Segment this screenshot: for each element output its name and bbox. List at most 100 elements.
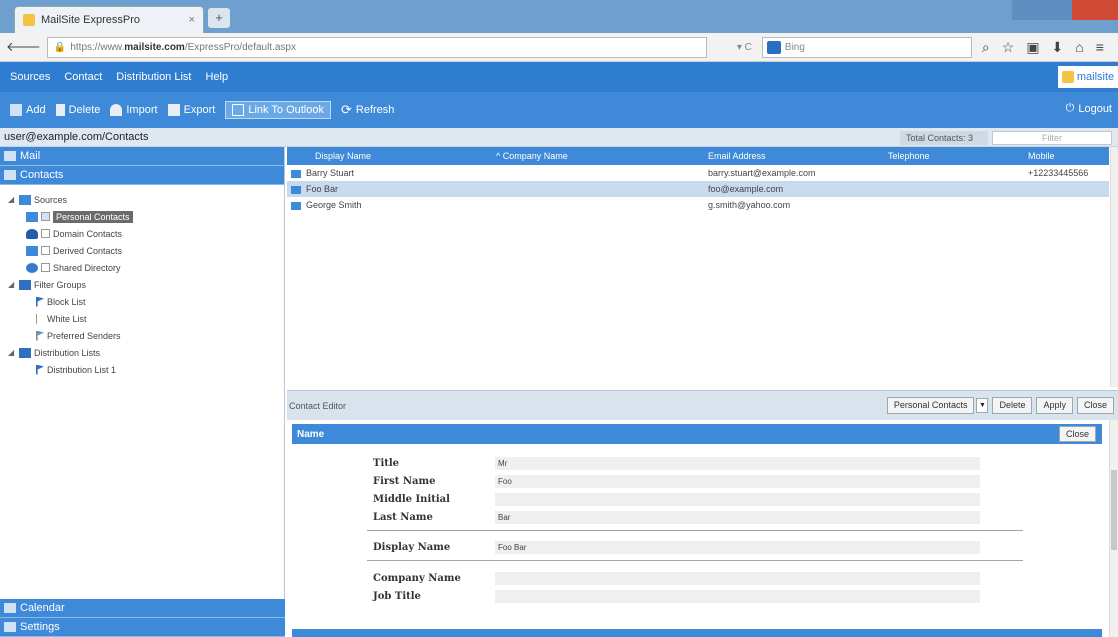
tree-node-block-list[interactable]: Block List: [8, 293, 284, 310]
middle-initial-field[interactable]: [495, 492, 980, 506]
browser-tab[interactable]: MailSite ExpressPro ×: [14, 6, 204, 33]
refresh-button[interactable]: ⟳ Refresh: [341, 102, 394, 118]
job-title-label: Job Title: [373, 590, 421, 602]
tree-node-distribution-lists[interactable]: ◢ Distribution Lists: [8, 344, 284, 361]
delete-button[interactable]: Delete: [55, 104, 101, 116]
column-header-mobile[interactable]: Mobile: [1024, 151, 1109, 161]
maximize-button[interactable]: [1042, 0, 1072, 20]
export-button[interactable]: Export: [167, 104, 215, 116]
bookmark-star-icon[interactable]: ☆: [1002, 39, 1015, 56]
filter-input[interactable]: Filter: [992, 131, 1112, 145]
last-name-field[interactable]: Bar: [495, 510, 980, 524]
source-select[interactable]: Personal Contacts ▼: [886, 397, 989, 414]
display-name-row: Display Name Foo Bar: [373, 539, 980, 555]
add-button[interactable]: Add: [10, 104, 46, 116]
column-header-display-name[interactable]: Display Name: [287, 151, 492, 161]
browser-toolbar-icons: ⌕ ☆ ▣ ⬇ ⌂ ≡: [982, 39, 1104, 56]
collapse-icon[interactable]: ◢: [8, 348, 16, 357]
tree-node-sources[interactable]: ◢ Sources: [8, 191, 284, 208]
tree-node-shared-directory[interactable]: Shared Directory: [8, 259, 284, 276]
column-header-email[interactable]: Email Address: [704, 151, 884, 161]
column-header-company-name[interactable]: ^ Company Name: [492, 151, 704, 161]
contacts-tree: ◢ Sources Personal Contacts Domain Conta…: [0, 185, 284, 378]
contacts-label: Contacts: [20, 169, 64, 181]
chevron-down-icon[interactable]: ▼: [976, 398, 989, 413]
job-title-field[interactable]: [495, 589, 980, 603]
collapse-icon[interactable]: ◢: [8, 280, 16, 289]
tree-node-distribution-list-1[interactable]: Distribution List 1: [8, 361, 284, 378]
tree-node-domain-contacts[interactable]: Domain Contacts: [8, 225, 284, 242]
contacts-icon: [4, 170, 16, 180]
menu-item-sources[interactable]: Sources: [10, 71, 50, 83]
browser-tab-bar: MailSite ExpressPro × +: [0, 0, 1118, 33]
editor-scrollbar[interactable]: [1109, 420, 1118, 637]
name-section-close-button[interactable]: Close: [1058, 426, 1096, 442]
editor-apply-button[interactable]: Apply: [1036, 397, 1073, 414]
import-button[interactable]: Import: [110, 104, 158, 116]
first-name-field[interactable]: Foo: [495, 474, 980, 488]
mail-label: Mail: [20, 150, 41, 162]
table-row[interactable]: Barry Stuart barry.stuart@example.com +1…: [287, 165, 1109, 181]
job-title-row: Job Title: [373, 588, 980, 604]
scrollbar-thumb[interactable]: [1111, 470, 1117, 550]
calendar-label: Calendar: [20, 602, 65, 614]
tree-label: Preferred Senders: [47, 330, 121, 341]
tree-label: Block List: [47, 296, 86, 307]
title-field[interactable]: Mr: [495, 456, 980, 470]
table-row[interactable]: Foo Bar foo@example.com: [287, 181, 1109, 197]
personal-contacts-checkbox[interactable]: [41, 212, 50, 221]
tab-close-icon[interactable]: ×: [189, 14, 195, 26]
blue-flag-icon: [36, 364, 44, 375]
menu-item-contact[interactable]: Contact: [64, 71, 102, 83]
table-row[interactable]: George Smith g.smith@yahoo.com: [287, 197, 1109, 213]
clipboard-icon[interactable]: ▣: [1026, 39, 1039, 56]
download-icon[interactable]: ⬇: [1052, 39, 1064, 56]
collapse-icon[interactable]: ◢: [8, 195, 16, 204]
sidebar-item-mail[interactable]: Mail: [0, 147, 284, 166]
menu-icon[interactable]: ≡: [1096, 39, 1104, 56]
grid-scrollbar[interactable]: [1110, 147, 1118, 387]
address-bar[interactable]: 🔒 https://www. mailsite.com /ExpressPro/…: [46, 36, 707, 58]
minimize-button[interactable]: [1012, 0, 1042, 20]
tree-label: Personal Contacts: [53, 210, 133, 223]
mailsite-favicon-icon: [23, 14, 35, 26]
column-header-telephone[interactable]: Telephone: [884, 151, 1024, 161]
sidebar-item-calendar[interactable]: Calendar: [0, 599, 285, 618]
link-to-outlook-button[interactable]: Link To Outlook: [225, 101, 331, 119]
tree-node-white-list[interactable]: White List: [8, 310, 284, 327]
close-window-button[interactable]: [1072, 0, 1118, 20]
domain-contacts-checkbox[interactable]: [41, 229, 50, 238]
delete-label: Delete: [68, 104, 101, 116]
home-icon[interactable]: ⌂: [1075, 39, 1083, 56]
person-icon: [26, 228, 38, 239]
menu-item-distribution-list[interactable]: Distribution List: [116, 71, 191, 83]
search-icon[interactable]: ⌕: [982, 39, 990, 56]
tree-node-filter-groups[interactable]: ◢ Filter Groups: [8, 276, 284, 293]
back-arrow-icon[interactable]: 🡐: [6, 39, 41, 55]
shared-directory-checkbox[interactable]: [41, 263, 50, 272]
tree-label: Domain Contacts: [53, 228, 123, 239]
reload-button[interactable]: ▾ C: [737, 42, 752, 53]
new-tab-button[interactable]: +: [208, 8, 230, 28]
refresh-icon: ⟳: [340, 102, 352, 117]
tree-label: White List: [47, 313, 87, 324]
sidebar-item-contacts[interactable]: Contacts: [0, 166, 284, 185]
search-placeholder: Bing: [784, 41, 805, 53]
contact-editor-title: Contact Editor: [289, 400, 347, 411]
browser-search-box[interactable]: Bing: [761, 36, 972, 58]
tree-node-personal-contacts[interactable]: Personal Contacts: [8, 208, 284, 225]
bing-engine-icon[interactable]: [766, 40, 781, 54]
editor-delete-button[interactable]: Delete: [992, 397, 1033, 414]
editor-close-button[interactable]: Close: [1076, 397, 1114, 414]
company-name-field[interactable]: [495, 571, 980, 585]
middle-initial-row: Middle Initial: [373, 491, 980, 507]
tree-node-derived-contacts[interactable]: Derived Contacts: [8, 242, 284, 259]
logout-button[interactable]: ⏻ Logout: [1066, 102, 1112, 115]
menu-item-help[interactable]: Help: [205, 71, 228, 83]
cell-email: barry.stuart@example.com: [708, 168, 816, 178]
sidebar-item-settings[interactable]: Settings: [0, 618, 285, 637]
derived-contacts-checkbox[interactable]: [41, 246, 50, 255]
tree-node-preferred-senders[interactable]: Preferred Senders: [8, 327, 284, 344]
group-icon: [19, 347, 31, 358]
display-name-field[interactable]: Foo Bar: [495, 540, 980, 554]
